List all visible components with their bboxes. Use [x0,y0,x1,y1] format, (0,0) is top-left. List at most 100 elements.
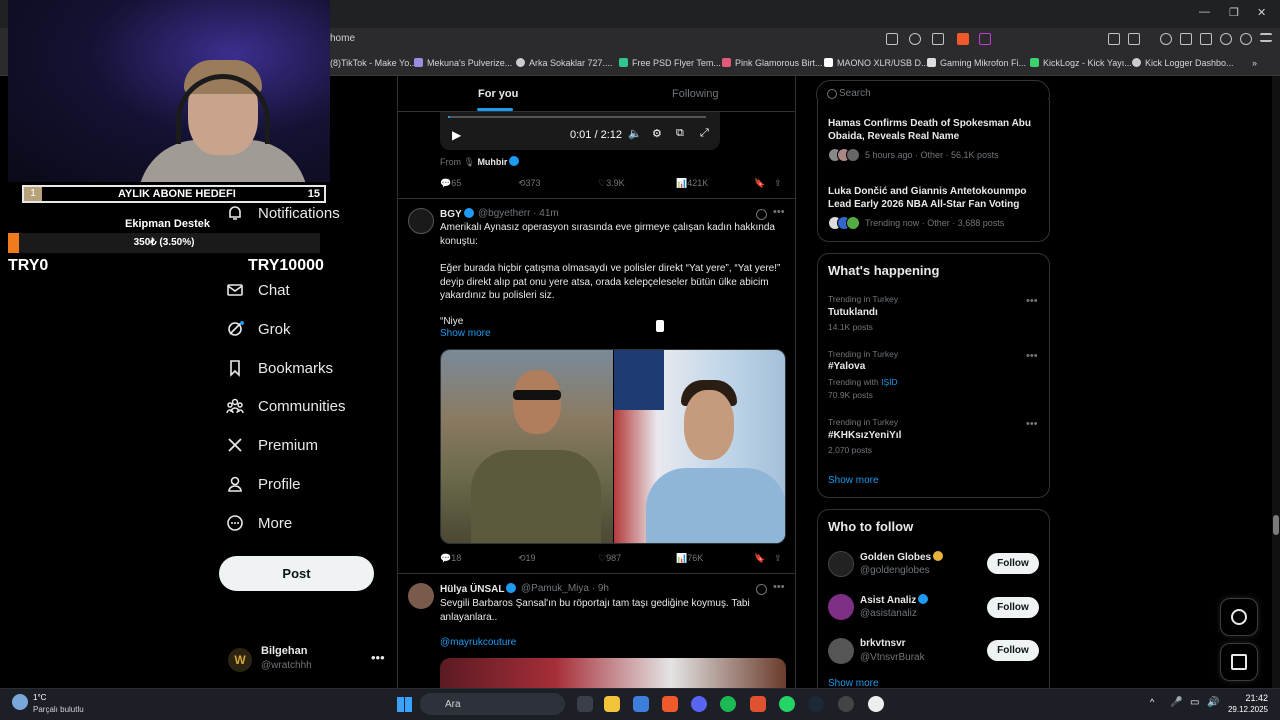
brave-shield-icon[interactable] [957,33,969,45]
video-player[interactable]: ▶ 0:01 / 2:12 🔈 ⚙ ⧉ ⤢ [440,112,720,150]
account-more-icon[interactable]: ••• [371,650,385,665]
reply-button[interactable]: 💬 18 [440,553,461,564]
bookmark[interactable]: Arka Sokaklar 727.... [516,58,613,68]
more-bookmarks-icon[interactable]: » [1252,58,1257,68]
grok-float-button[interactable] [1220,598,1258,636]
tweet-image[interactable] [440,349,786,544]
follow-button[interactable]: Follow [987,553,1039,574]
nav-premium[interactable]: Premium [226,433,318,457]
restore-button[interactable]: ❐ [1229,6,1239,19]
tab-for-you[interactable]: For you [478,88,518,100]
views-button[interactable]: 📊 76K [676,553,703,564]
tweet-handle[interactable]: @bgyetherr · 41m [478,208,559,219]
settings-icon[interactable]: ⚙ [652,127,662,140]
news-title[interactable]: Luka Dončić and Giannis Antetokounmpo Le… [828,185,1038,211]
tweet-avatar[interactable] [408,583,434,609]
account-avatar[interactable]: W [228,648,252,672]
volume-icon[interactable]: 🔈 [628,127,642,140]
tweet-more-icon[interactable]: ••• [773,581,785,593]
tweet-handle[interactable]: @Pamuk_Miya · 9h [521,583,609,594]
bookmark[interactable]: Mekuna's Pulverize... [414,58,512,68]
app-icon[interactable] [838,696,854,712]
tweet-author[interactable]: Hülya ÜNSAL [440,583,517,595]
repost-button[interactable]: ⟲ 19 [518,553,536,564]
trend-more-icon[interactable]: ••• [1026,418,1038,430]
extensions-icon[interactable] [1108,33,1120,45]
follow-button[interactable]: Follow [987,597,1039,618]
whatsapp-icon[interactable] [779,696,795,712]
spotify-icon[interactable] [720,696,736,712]
views-button[interactable]: 📊 421K [676,178,708,189]
close-window-button[interactable]: ✕ [1257,6,1266,19]
wallet2-icon[interactable] [1200,33,1212,45]
taskbar-search-text[interactable]: Ara [445,699,461,710]
bookmark-button[interactable]: 🔖 [754,178,765,189]
start-icon[interactable] [397,697,412,712]
trend-more-icon[interactable]: ••• [1026,295,1038,307]
tray-expand-icon[interactable]: ^ [1150,697,1154,707]
nav-profile[interactable]: Profile [226,472,301,496]
trend-more-icon[interactable]: ••• [1026,350,1038,362]
tweet-author[interactable]: BGY [440,208,474,220]
news-title[interactable]: Hamas Confirms Death of Spokesman Abu Ob… [828,117,1038,143]
translate-icon[interactable] [909,33,921,45]
bookmark[interactable]: Gaming Mikrofon Fi... [927,58,1026,68]
weather-temp[interactable]: 1°C [33,693,46,702]
store-icon[interactable] [633,696,649,712]
suggestion-avatar[interactable] [828,594,854,620]
reply-button[interactable]: 💬 65 [440,178,461,189]
vpn-icon[interactable] [1240,33,1252,45]
account-name[interactable]: Bilgehan [261,645,307,657]
steam-icon[interactable] [808,696,824,712]
page-scrollbar[interactable] [1272,76,1280,688]
wallet-icon[interactable] [1128,33,1140,45]
show-more-follow[interactable]: Show more [828,678,879,688]
bookmark-button[interactable]: 🔖 [754,553,765,564]
follow-button[interactable]: Follow [987,640,1039,661]
show-more-trends[interactable]: Show more [828,475,879,486]
video-progress[interactable] [448,116,706,118]
pip-icon[interactable]: ⧉ [676,127,684,140]
clock-date[interactable]: 29.12.2025 [1218,705,1268,714]
like-button[interactable]: ♡ 987 [598,553,621,564]
menu-icon[interactable] [1260,33,1272,42]
trend-name[interactable]: #Yalova [828,361,865,372]
rewards-icon[interactable] [979,33,991,45]
bookmark[interactable]: Kick Logger Dashbo... [1132,58,1234,68]
discord-icon[interactable] [691,696,707,712]
leo-icon[interactable] [1220,33,1232,45]
tweet-avatar[interactable] [408,208,434,234]
mic-icon[interactable]: 🎤 [1170,697,1182,708]
nav-grok[interactable]: Grok [226,317,291,341]
from-name[interactable]: Muhbir [477,157,507,167]
fullscreen-icon[interactable]: ⤢ [700,127,709,140]
grok-explain-icon[interactable] [756,209,767,220]
bookmark[interactable]: (8)TikTok - Make Yo... [330,58,417,68]
weather-desc[interactable]: Parçalı bulutlu [33,705,84,714]
trend-name[interactable]: Tutuklandı [828,307,878,318]
bookmark[interactable]: KickLogz - Kick Yayı... [1030,58,1132,68]
suggestion-avatar[interactable] [828,551,854,577]
nav-bookmarks[interactable]: Bookmarks [226,356,333,380]
show-more-link[interactable]: Show more [440,328,491,339]
scrollbar-thumb[interactable] [1273,515,1279,535]
suggestion-name[interactable]: Golden Globes [860,551,944,563]
share-icon[interactable] [932,33,944,45]
network-icon[interactable]: ▭ [1190,697,1199,708]
music-icon[interactable] [1160,33,1172,45]
grok-explain-icon[interactable] [756,584,767,595]
suggestion-name[interactable]: brkvtnsvr [860,638,906,649]
nav-more[interactable]: More [226,511,292,535]
brave-icon[interactable] [662,696,678,712]
tweet-image[interactable] [440,658,786,688]
post-button[interactable]: Post [219,556,374,591]
task-view-icon[interactable] [577,696,593,712]
app-icon[interactable] [750,696,766,712]
bookmark[interactable]: Free PSD Flyer Tem... [619,58,721,68]
address-text[interactable]: home [330,33,355,44]
like-button[interactable]: ♡ 3.9K [598,178,625,189]
bookmark[interactable]: Pink Glamorous Birt... [722,58,823,68]
clock-time[interactable]: 21:42 [1228,693,1268,703]
share-button[interactable]: ⇪ [774,553,782,564]
minimize-button[interactable]: — [1199,6,1210,18]
